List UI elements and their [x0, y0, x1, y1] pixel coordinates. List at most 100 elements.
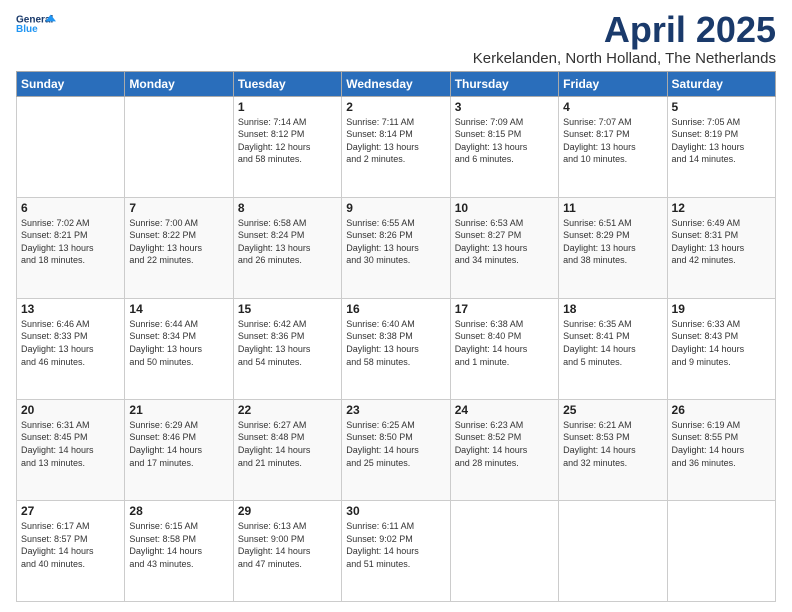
- day-number: 5: [672, 100, 771, 114]
- logo-icon: General Blue: [16, 10, 56, 38]
- table-row: 18 Sunrise: 6:35 AM Sunset: 8:41 PM Dayli…: [559, 298, 667, 399]
- table-row: 28Sunrise: 6:15 AM Sunset: 8:58 PM Dayli…: [125, 500, 233, 601]
- table-row: 12 Sunrise: 6:49 AM Sunset: 8:31 PM Dayli…: [667, 197, 775, 298]
- day-info: Sunrise: 6:49 AM Sunset: 8:31 PM Dayligh…: [672, 217, 771, 267]
- calendar: Sunday Monday Tuesday Wednesday Thursday…: [16, 71, 776, 602]
- col-tuesday: Tuesday: [233, 71, 341, 96]
- page: General Blue April 2025 Kerkelanden, Nor…: [0, 0, 792, 612]
- day-info: Sunrise: 6:33 AM Sunset: 8:43 PM Dayligh…: [672, 318, 771, 368]
- table-row: [125, 96, 233, 197]
- day-number: 27: [21, 504, 120, 518]
- day-number: 17: [455, 302, 554, 316]
- day-info: Sunrise: 6:23 AM Sunset: 8:52 PM Dayligh…: [455, 419, 554, 469]
- day-info: Sunrise: 6:44 AM Sunset: 8:34 PM Dayligh…: [129, 318, 228, 368]
- day-info: Sunrise: 6:55 AM Sunset: 8:26 PM Dayligh…: [346, 217, 445, 267]
- col-thursday: Thursday: [450, 71, 558, 96]
- day-number: 28: [129, 504, 228, 518]
- day-info: Sunrise: 6:53 AM Sunset: 8:27 PM Dayligh…: [455, 217, 554, 267]
- day-info: Sunrise: 6:58 AM Sunset: 8:24 PM Dayligh…: [238, 217, 337, 267]
- day-info: Sunrise: 7:00 AM Sunset: 8:22 PM Dayligh…: [129, 217, 228, 267]
- table-row: 19 Sunrise: 6:33 AM Sunset: 8:43 PM Dayli…: [667, 298, 775, 399]
- table-row: 6 Sunrise: 7:02 AM Sunset: 8:21 PM Daylig…: [17, 197, 125, 298]
- day-number: 11: [563, 201, 662, 215]
- logo: General Blue: [16, 10, 56, 38]
- table-row: 25 Sunrise: 6:21 AM Sunset: 8:53 PM Dayli…: [559, 399, 667, 500]
- day-number: 7: [129, 201, 228, 215]
- table-row: 21 Sunrise: 6:29 AM Sunset: 8:46 PM Dayli…: [125, 399, 233, 500]
- day-info: Sunrise: 6:35 AM Sunset: 8:41 PM Dayligh…: [563, 318, 662, 368]
- day-info: Sunrise: 7:09 AM Sunset: 8:15 PM Dayligh…: [455, 116, 554, 166]
- svg-text:Blue: Blue: [16, 24, 38, 35]
- location-title: Kerkelanden, North Holland, The Netherla…: [473, 50, 776, 67]
- day-info: Sunrise: 7:07 AM Sunset: 8:17 PM Dayligh…: [563, 116, 662, 166]
- day-info: Sunrise: 6:13 AM Sunset: 9:00 PM Dayligh…: [238, 520, 337, 570]
- day-number: 10: [455, 201, 554, 215]
- day-info: Sunrise: 6:42 AM Sunset: 8:36 PM Dayligh…: [238, 318, 337, 368]
- table-row: 24Sunrise: 6:23 AM Sunset: 8:52 PM Dayli…: [450, 399, 558, 500]
- table-row: 8 Sunrise: 6:58 AM Sunset: 8:24 PM Daylig…: [233, 197, 341, 298]
- day-number: 8: [238, 201, 337, 215]
- day-number: 25: [563, 403, 662, 417]
- day-number: 3: [455, 100, 554, 114]
- day-number: 16: [346, 302, 445, 316]
- day-number: 13: [21, 302, 120, 316]
- day-info: Sunrise: 6:21 AM Sunset: 8:53 PM Dayligh…: [563, 419, 662, 469]
- table-row: 23 Sunrise: 6:25 AM Sunset: 8:50 PM Dayli…: [342, 399, 450, 500]
- day-info: Sunrise: 6:25 AM Sunset: 8:50 PM Dayligh…: [346, 419, 445, 469]
- day-info: Sunrise: 7:14 AM Sunset: 8:12 PM Dayligh…: [238, 116, 337, 166]
- table-row: 2Sunrise: 7:11 AM Sunset: 8:14 PM Daylig…: [342, 96, 450, 197]
- day-number: 9: [346, 201, 445, 215]
- day-number: 19: [672, 302, 771, 316]
- day-info: Sunrise: 6:11 AM Sunset: 9:02 PM Dayligh…: [346, 520, 445, 570]
- day-info: Sunrise: 7:02 AM Sunset: 8:21 PM Dayligh…: [21, 217, 120, 267]
- day-number: 29: [238, 504, 337, 518]
- day-info: Sunrise: 6:51 AM Sunset: 8:29 PM Dayligh…: [563, 217, 662, 267]
- calendar-header-row: Sunday Monday Tuesday Wednesday Thursday…: [17, 71, 776, 96]
- day-number: 26: [672, 403, 771, 417]
- calendar-week-row: 20 Sunrise: 6:31 AM Sunset: 8:45 PM Dayli…: [17, 399, 776, 500]
- calendar-week-row: 6 Sunrise: 7:02 AM Sunset: 8:21 PM Daylig…: [17, 197, 776, 298]
- table-row: 29 Sunrise: 6:13 AM Sunset: 9:00 PM Dayli…: [233, 500, 341, 601]
- table-row: 11 Sunrise: 6:51 AM Sunset: 8:29 PM Dayli…: [559, 197, 667, 298]
- day-number: 1: [238, 100, 337, 114]
- table-row: [450, 500, 558, 601]
- day-number: 18: [563, 302, 662, 316]
- table-row: 16Sunrise: 6:40 AM Sunset: 8:38 PM Dayli…: [342, 298, 450, 399]
- day-number: 20: [21, 403, 120, 417]
- table-row: [17, 96, 125, 197]
- day-info: Sunrise: 6:29 AM Sunset: 8:46 PM Dayligh…: [129, 419, 228, 469]
- day-info: Sunrise: 6:46 AM Sunset: 8:33 PM Dayligh…: [21, 318, 120, 368]
- table-row: 26 Sunrise: 6:19 AM Sunset: 8:55 PM Dayli…: [667, 399, 775, 500]
- col-saturday: Saturday: [667, 71, 775, 96]
- day-number: 6: [21, 201, 120, 215]
- day-info: Sunrise: 6:19 AM Sunset: 8:55 PM Dayligh…: [672, 419, 771, 469]
- day-number: 4: [563, 100, 662, 114]
- day-info: Sunrise: 6:31 AM Sunset: 8:45 PM Dayligh…: [21, 419, 120, 469]
- table-row: 14Sunrise: 6:44 AM Sunset: 8:34 PM Dayli…: [125, 298, 233, 399]
- day-info: Sunrise: 6:38 AM Sunset: 8:40 PM Dayligh…: [455, 318, 554, 368]
- table-row: 3 Sunrise: 7:09 AM Sunset: 8:15 PM Daylig…: [450, 96, 558, 197]
- title-block: April 2025 Kerkelanden, North Holland, T…: [473, 10, 776, 67]
- day-info: Sunrise: 6:27 AM Sunset: 8:48 PM Dayligh…: [238, 419, 337, 469]
- table-row: 4 Sunrise: 7:07 AM Sunset: 8:17 PM Daylig…: [559, 96, 667, 197]
- calendar-week-row: 13 Sunrise: 6:46 AM Sunset: 8:33 PM Dayli…: [17, 298, 776, 399]
- day-number: 22: [238, 403, 337, 417]
- table-row: 20 Sunrise: 6:31 AM Sunset: 8:45 PM Dayli…: [17, 399, 125, 500]
- col-sunday: Sunday: [17, 71, 125, 96]
- table-row: 22 Sunrise: 6:27 AM Sunset: 8:48 PM Dayli…: [233, 399, 341, 500]
- day-number: 12: [672, 201, 771, 215]
- col-monday: Monday: [125, 71, 233, 96]
- table-row: 27 Sunrise: 6:17 AM Sunset: 8:57 PM Dayli…: [17, 500, 125, 601]
- day-number: 23: [346, 403, 445, 417]
- table-row: [559, 500, 667, 601]
- table-row: 5Sunrise: 7:05 AM Sunset: 8:19 PM Daylig…: [667, 96, 775, 197]
- calendar-week-row: 27 Sunrise: 6:17 AM Sunset: 8:57 PM Dayli…: [17, 500, 776, 601]
- col-wednesday: Wednesday: [342, 71, 450, 96]
- day-info: Sunrise: 6:17 AM Sunset: 8:57 PM Dayligh…: [21, 520, 120, 570]
- table-row: [667, 500, 775, 601]
- month-title: April 2025: [473, 10, 776, 50]
- day-number: 30: [346, 504, 445, 518]
- day-number: 15: [238, 302, 337, 316]
- table-row: 7 Sunrise: 7:00 AM Sunset: 8:22 PM Daylig…: [125, 197, 233, 298]
- day-number: 21: [129, 403, 228, 417]
